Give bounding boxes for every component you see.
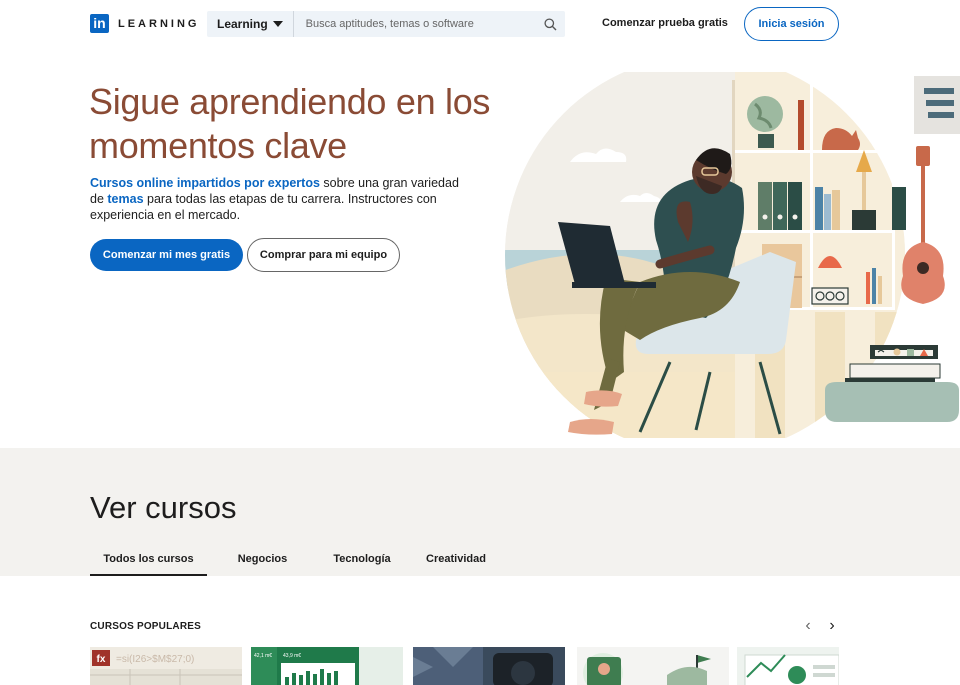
search-button[interactable] (535, 11, 565, 37)
course-card[interactable]: fx =si(I26>$M$27;0) (90, 647, 242, 685)
linkedin-logo-mark: in (90, 14, 109, 33)
search-icon (543, 17, 556, 30)
linkedin-learning-logo[interactable]: in LEARNING (90, 14, 199, 33)
tab-creativity[interactable]: Creatividad (406, 552, 506, 576)
topics-link[interactable]: temas (107, 192, 143, 206)
chart-label-a: 42,1 m€ (254, 653, 272, 659)
caret-down-icon (272, 21, 283, 27)
search-scope-label: Learning (217, 17, 268, 31)
search-input[interactable] (293, 11, 535, 37)
top-nav: in LEARNING Learning Comenzar prueba gra… (0, 0, 960, 48)
start-trial-link[interactable]: Comenzar prueba gratis (602, 17, 728, 29)
chart-label-b: 43,9 m€ (283, 653, 301, 659)
course-thumbnail: fx =si(I26>$M$27;0) (90, 647, 242, 685)
logo-text: LEARNING (118, 17, 200, 30)
formula-text: =si(I26>$M$27;0) (116, 654, 194, 665)
chevron-left-icon[interactable]: ‹ (803, 617, 813, 635)
tab-business[interactable]: Negocios (207, 552, 318, 576)
course-card[interactable]: 42,1 m€ 43,9 m€ (251, 647, 403, 685)
course-card[interactable] (413, 647, 565, 685)
tab-all-courses[interactable]: Todos los cursos (90, 552, 207, 576)
excel-fx-label: fx (97, 654, 106, 665)
hero-title: Sigue aprendiendo en los momentos clave (89, 80, 509, 168)
browse-courses-section: Ver cursos Todos los cursos Negocios Tec… (0, 448, 960, 576)
tab-technology[interactable]: Tecnología (318, 552, 406, 576)
course-card[interactable] (737, 647, 839, 685)
hero-title-line2: momentos clave (89, 125, 347, 166)
hero-illustration (505, 72, 960, 438)
course-thumbnail (577, 647, 729, 685)
sign-in-button[interactable]: Inicia sesión (744, 7, 839, 41)
course-thumbnail (737, 647, 839, 685)
popular-courses-title: CURSOS POPULARES (90, 621, 201, 632)
chevron-right-icon[interactable]: › (827, 617, 837, 635)
hero-description: Cursos online impartidos por expertos so… (90, 175, 475, 223)
carousel-arrows: ‹ › (803, 617, 837, 635)
course-card[interactable] (577, 647, 729, 685)
expert-courses-link[interactable]: Cursos online impartidos por expertos (90, 176, 320, 190)
course-thumbnail: 42,1 m€ 43,9 m€ (251, 647, 403, 685)
hero-title-line1: Sigue aprendiendo en los (89, 81, 491, 122)
course-thumbnail (413, 647, 565, 685)
search-bar: Learning (207, 11, 565, 37)
course-category-tabs: Todos los cursos Negocios Tecnología Cre… (90, 552, 506, 576)
search-scope-dropdown[interactable]: Learning (207, 11, 294, 37)
start-free-month-button[interactable]: Comenzar mi mes gratis (90, 239, 243, 271)
buy-for-team-button[interactable]: Comprar para mi equipo (247, 238, 400, 272)
browse-title: Ver cursos (90, 490, 237, 525)
